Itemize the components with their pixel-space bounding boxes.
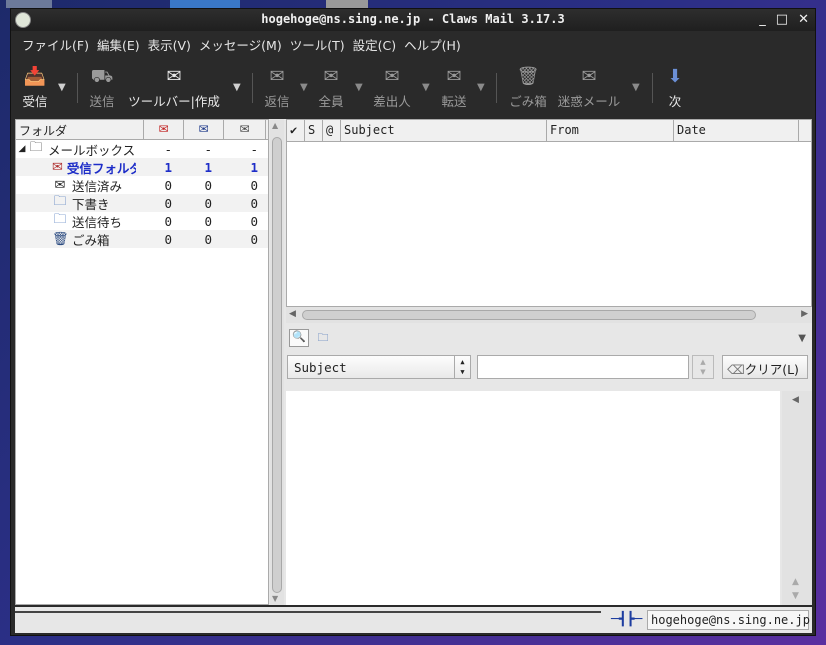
scrollbar-thumb[interactable] [302,310,756,320]
scroll-down-icon[interactable]: ▼ [792,591,799,601]
folder-row-inbox[interactable]: ✉ 受信フォルダ 1 1 1 [16,158,268,176]
menu-view[interactable]: 表示(V) [146,35,193,54]
compose-button[interactable]: ✉ ツールバー|作成 [123,67,225,110]
search-type-select[interactable]: Subject ▲ ▼ [287,355,471,379]
reply-sender-icon: ✉ [384,66,400,87]
search-input[interactable] [477,355,689,379]
close-icon[interactable]: ✕ [798,12,809,27]
scroll-right-icon[interactable]: ▶ [801,309,808,319]
scroll-left-icon[interactable]: ◀ [289,309,296,319]
collapse-left-icon[interactable]: ◀ [792,395,799,405]
next-button[interactable]: ⬇ 次 [663,67,687,110]
trash-button[interactable]: 🗑 ごみ箱 [507,67,549,110]
folder-pane: フォルダ ✉ ✉ ✉ ◢ 🗀 メールボックス - - - ✉ 受信フォルダ 1 … [15,119,269,605]
toolbar: 📥 受信 ▼ ⛟ 送信 ✉ ツールバー|作成 ▼ ✉ 返信 ▼ ✉ 全員 ▼ ✉… [11,57,815,117]
menu-settings[interactable]: 設定(C) [351,35,398,54]
receive-menu-arrow[interactable]: ▼ [58,82,66,93]
column-subject[interactable]: Subject [341,120,547,141]
menu-help[interactable]: ヘルプ(H) [402,35,463,54]
minimize-icon[interactable]: _ [759,12,766,27]
reply-menu-arrow[interactable]: ▼ [300,82,308,93]
trash-icon: 🗑 [516,66,540,87]
folder-icon[interactable]: 🗀 [313,329,333,347]
account-selector[interactable]: hogehoge@ns.sing.ne.jp [647,610,810,630]
forward-menu-arrow[interactable]: ▼ [477,82,485,93]
menu-message[interactable]: メッセージ(M) [197,35,284,54]
select-spinner-icon: ▲ ▼ [454,356,470,378]
folder-row-trash[interactable]: 🗑 ごみ箱 0 0 0 [16,230,268,248]
send-button[interactable]: ⛟ 送信 [86,67,118,110]
unread-column-icon[interactable]: ✉ [144,120,184,139]
quick-search-bar: 🔍 🗀 ▼ Subject ▲ ▼ ▲ ▼ ⌫クリア(L) [286,325,812,389]
spam-menu-arrow[interactable]: ▼ [632,82,640,93]
receive-icon: 📥 [23,66,47,87]
down-arrow-icon: ⬇ [667,66,683,87]
search-spinner-icon[interactable]: ▲ ▼ [692,355,714,379]
folder-header: フォルダ ✉ ✉ ✉ [16,120,268,140]
send-icon: ⛟ [90,66,114,87]
sent-icon: ✉ [54,177,66,193]
folder-row-queue[interactable]: 🗀 送信待ち 0 0 0 [16,212,268,230]
message-list[interactable]: ✔ S @ Subject From Date [286,119,812,307]
folder-row-mailbox[interactable]: ◢ 🗀 メールボックス - - - [16,140,268,158]
reply-button[interactable]: ✉ 返信 [261,67,293,110]
menu-file[interactable]: ファイル(F) [20,35,91,54]
scrollbar-thumb[interactable] [272,137,282,593]
desktop-icon[interactable] [6,0,52,8]
message-view[interactable] [286,391,780,605]
main-area: フォルダ ✉ ✉ ✉ ◢ 🗀 メールボックス - - - ✉ 受信フォルダ 1 … [15,119,812,605]
forward-button[interactable]: ✉ 転送 [438,67,470,110]
reply-all-button[interactable]: ✉ 全員 [315,67,347,110]
spam-icon: ✉ [581,66,597,87]
status-bar: ─┫┣─ hogehoge@ns.sing.ne.jp [15,607,812,633]
folder-pane-scrollbar[interactable]: ▲ ▼ [270,119,284,605]
message-view-scrollbar[interactable]: ◀ ▲ ▼ [782,391,812,605]
reply-sender-button[interactable]: ✉ 差出人 [370,67,414,110]
title-bar[interactable]: hogehoge@ns.sing.ne.jp - Claws Mail 3.17… [11,9,815,31]
total-column-icon[interactable]: ✉ [224,120,266,139]
maximize-icon[interactable]: □ [776,12,788,27]
spam-button[interactable]: ✉ 迷惑メール [555,67,623,110]
reply-sender-menu-arrow[interactable]: ▼ [422,82,430,93]
desktop-icon[interactable] [170,0,240,8]
scroll-up-icon[interactable]: ▲ [272,121,278,130]
scroll-down-icon[interactable]: ▼ [272,594,278,603]
menu-bar: ファイル(F) 編集(E) 表示(V) メッセージ(M) ツール(T) 設定(C… [11,33,815,55]
column-checkmark[interactable]: ✔ [287,120,305,141]
column-from[interactable]: From [547,120,674,141]
receive-button[interactable]: 📥 受信 [19,67,51,110]
reply-icon: ✉ [269,66,285,87]
reply-all-menu-arrow[interactable]: ▼ [355,82,363,93]
reply-all-icon: ✉ [323,66,339,87]
column-attachment[interactable]: @ [323,120,341,141]
trash-icon: 🗑 [52,231,69,247]
clear-button[interactable]: ⌫クリア(L) [722,355,808,379]
expand-arrow-icon[interactable]: ▼ [798,333,806,344]
scroll-up-icon[interactable]: ▲ [792,577,799,587]
progress-bar [15,611,601,613]
claws-mail-window: hogehoge@ns.sing.ne.jp - Claws Mail 3.17… [10,8,816,636]
clear-icon: ⌫ [727,362,745,377]
new-column-icon[interactable]: ✉ [184,120,224,139]
compose-menu-arrow[interactable]: ▼ [233,82,241,93]
message-list-header: ✔ S @ Subject From Date [287,120,811,142]
menu-edit[interactable]: 編集(E) [95,35,142,54]
inbox-icon: ✉ [52,159,63,175]
menu-tools[interactable]: ツール(T) [288,35,347,54]
message-list-hscrollbar[interactable]: ◀ ▶ [286,307,812,323]
folder-column-header[interactable]: フォルダ [16,120,144,139]
forward-icon: ✉ [446,66,462,87]
search-icon[interactable]: 🔍 [289,329,309,347]
expand-triangle-icon[interactable]: ◢ [16,144,28,154]
column-status[interactable]: S [305,120,323,141]
column-date[interactable]: Date [674,120,799,141]
desktop-icon[interactable] [326,0,368,8]
online-status-icon[interactable]: ─┫┣─ [611,612,642,627]
compose-icon: ✉ [166,66,182,87]
window-title: hogehoge@ns.sing.ne.jp - Claws Mail 3.17… [261,12,565,26]
